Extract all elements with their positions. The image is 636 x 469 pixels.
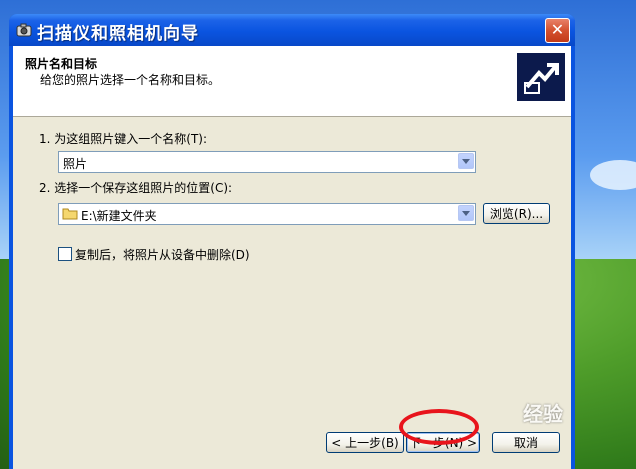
- page-title: 照片名和目标: [25, 57, 98, 71]
- folder-icon: [62, 208, 78, 220]
- wizard-icon: [517, 53, 565, 101]
- cancel-button[interactable]: 取消: [492, 432, 560, 453]
- delete-after-copy-label: 复制后，将照片从设备中删除(D): [75, 248, 250, 262]
- title-bar[interactable]: 扫描仪和照相机向导 ✕: [9, 14, 575, 46]
- photo-name-value: 照片: [63, 157, 88, 171]
- close-icon: ✕: [550, 20, 565, 39]
- close-button[interactable]: ✕: [545, 18, 570, 43]
- step1-label: 1. 为这组照片键入一个名称(T):: [39, 132, 208, 146]
- browse-button[interactable]: 浏览(R)...: [483, 203, 550, 224]
- watermark: 经验: [523, 402, 563, 426]
- next-button-highlight: [399, 409, 479, 445]
- back-button[interactable]: < 上一步(B): [326, 432, 404, 453]
- destination-value: E:\新建文件夹: [81, 209, 157, 223]
- photo-name-combobox[interactable]: 照片: [58, 151, 476, 173]
- step2-label: 2. 选择一个保存这组照片的位置(C):: [39, 181, 233, 195]
- page-subtitle: 给您的照片选择一个名称和目标。: [40, 73, 221, 87]
- delete-after-copy-checkbox[interactable]: [58, 247, 72, 261]
- wizard-header: 照片名和目标 给您的照片选择一个名称和目标。: [13, 46, 571, 117]
- wizard-window: 扫描仪和照相机向导 ✕ 照片名和目标 给您的照片选择一个名称和目标。 1. 为这…: [9, 14, 575, 469]
- dropdown-arrow-icon[interactable]: [458, 153, 474, 169]
- camera-icon: [16, 23, 32, 37]
- wizard-client: 照片名和目标 给您的照片选择一个名称和目标。 1. 为这组照片键入一个名称(T)…: [13, 46, 571, 469]
- dropdown-arrow-icon[interactable]: [458, 205, 474, 221]
- window-title: 扫描仪和照相机向导: [37, 24, 199, 44]
- destination-combobox[interactable]: E:\新建文件夹: [58, 203, 476, 225]
